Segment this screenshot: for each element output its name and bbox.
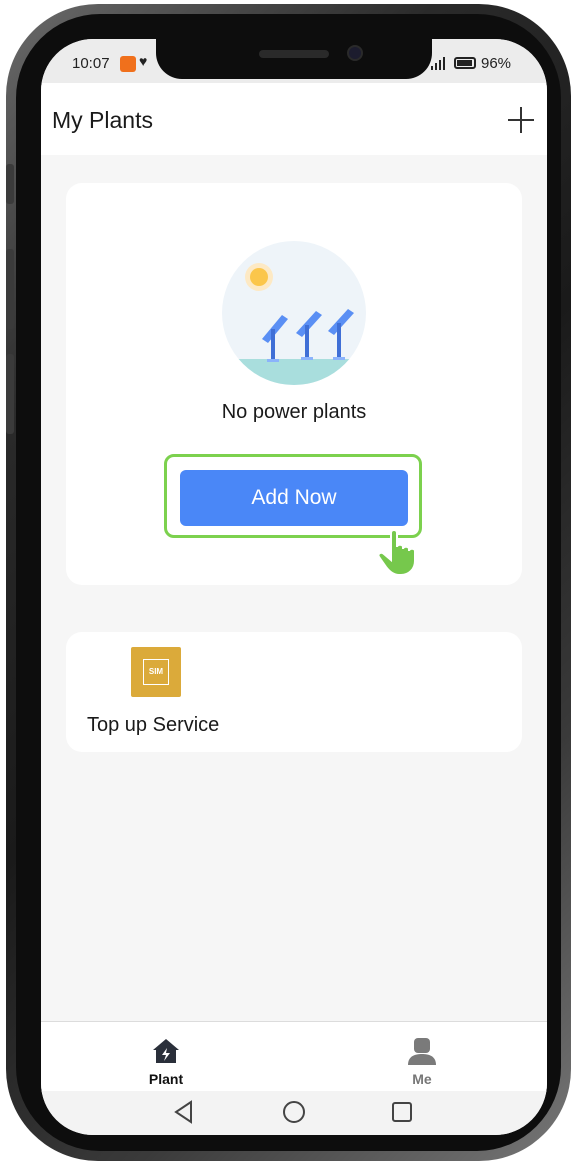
heart-icon: ♥ [139, 53, 148, 69]
app-header: My Plants [41, 83, 547, 155]
pointing-hand-icon [377, 529, 416, 576]
mute-switch [6, 164, 14, 204]
sim-icon-text: SIM [143, 659, 169, 685]
volume-down-button [6, 354, 14, 434]
home-bolt-icon [153, 1039, 179, 1063]
add-now-button[interactable]: Add Now [180, 470, 408, 526]
camera-notch [156, 39, 432, 79]
person-icon [408, 1038, 436, 1065]
status-time: 10:07 [72, 55, 110, 72]
plus-icon[interactable] [507, 106, 535, 134]
nav-item-plant[interactable]: Plant [106, 1022, 226, 1092]
signal-icon [431, 57, 445, 70]
notification-icon [120, 56, 136, 72]
volume-up-button [6, 249, 14, 329]
status-bar: 10:07 ♥ 96% [41, 39, 547, 83]
nav-label-me: Me [412, 1071, 432, 1087]
empty-state-message: No power plants [221, 401, 367, 423]
speaker-grille [259, 50, 329, 58]
back-icon[interactable] [171, 1099, 197, 1125]
front-camera [347, 45, 363, 61]
sim-card-icon: SIM [131, 647, 181, 697]
system-nav-bar [41, 1091, 547, 1135]
battery-icon [454, 57, 476, 69]
plants-empty-card: No power plants Add Now [66, 183, 522, 585]
topup-service-card[interactable]: SIM Top up Service [66, 632, 522, 752]
solar-panels-illustration [222, 241, 366, 385]
recents-icon[interactable] [389, 1099, 415, 1125]
nav-item-me[interactable]: Me [362, 1022, 482, 1092]
screen: 10:07 ♥ 96% My Plants No power plants Ad… [41, 39, 547, 1135]
battery-percent: 96% [481, 55, 512, 72]
nav-label-plant: Plant [148, 1071, 184, 1087]
bottom-nav: Plant Me [41, 1021, 547, 1092]
page-title: My Plants [52, 107, 153, 133]
home-icon[interactable] [281, 1099, 307, 1125]
topup-service-label: Top up Service [87, 714, 220, 736]
